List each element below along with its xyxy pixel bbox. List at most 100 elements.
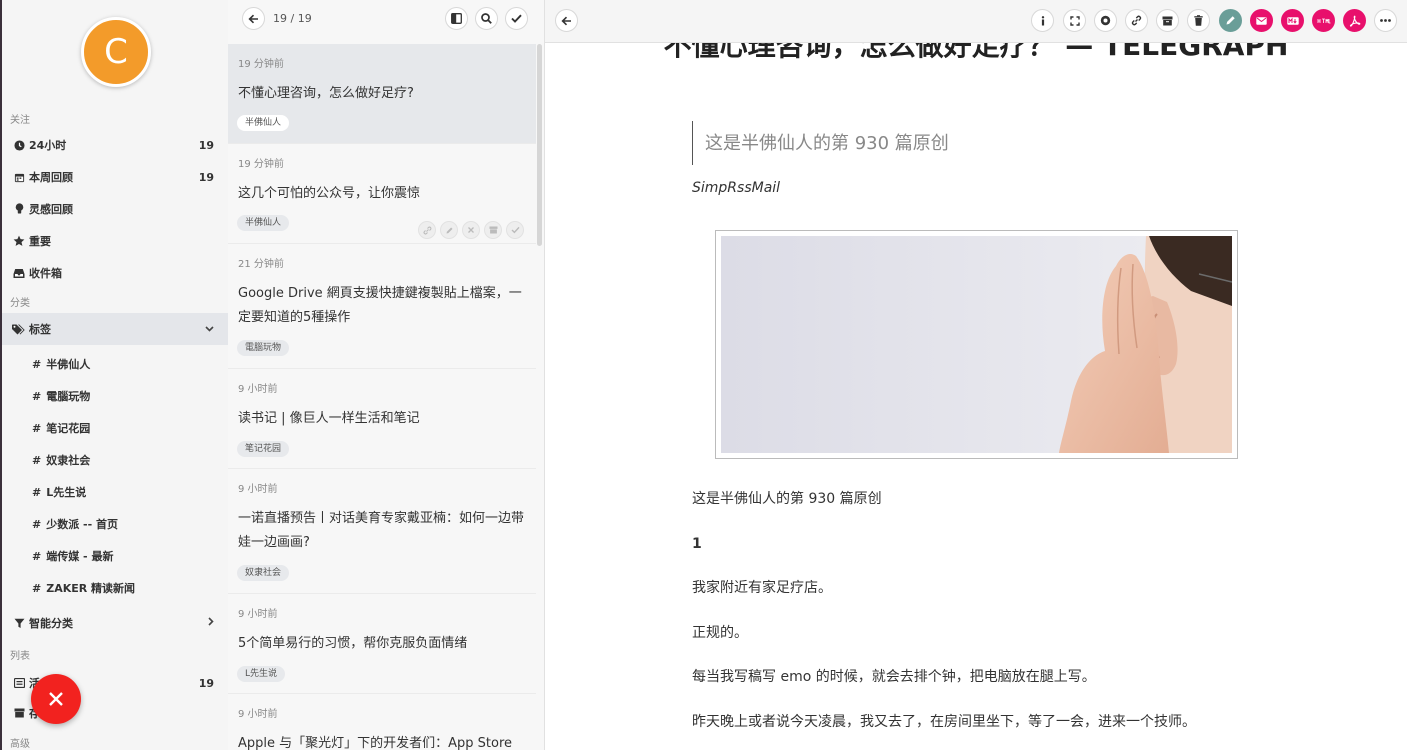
avatar[interactable]: C xyxy=(81,17,151,87)
lightbulb-icon xyxy=(12,203,26,215)
fullscreen-button[interactable] xyxy=(1063,9,1086,32)
pencil-icon[interactable] xyxy=(440,221,458,239)
hash-icon: # xyxy=(32,485,42,499)
close-fab-button[interactable] xyxy=(31,674,81,724)
sidebar-tag-item[interactable]: # ZAKER 精读新闻 xyxy=(2,572,228,604)
sidebar-tag-item[interactable]: # 端传媒 - 最新 xyxy=(2,540,228,572)
row-actions xyxy=(418,221,524,239)
sidebar-tag-item[interactable]: # 半佛仙人 xyxy=(2,348,228,380)
sidebar-item-inspiration[interactable]: 灵感回顾 xyxy=(2,193,228,225)
list-item[interactable]: 19 分钟前 不懂心理咨询，怎么做好足疗? 半佛仙人 xyxy=(228,44,536,144)
unread-count: 19 xyxy=(198,138,214,152)
sidebar-tag-label: 電腦玩物 xyxy=(46,390,91,403)
item-tag: 半佛仙人 xyxy=(237,115,290,131)
mail-icon xyxy=(1256,16,1267,25)
item-count: 19 / 19 xyxy=(273,12,312,25)
sidebar-item-inbox[interactable]: 收件箱 xyxy=(2,257,228,289)
sidebar-item-label: 重要 xyxy=(29,235,51,248)
more-button[interactable] xyxy=(1374,9,1397,32)
section-label-advanced: 高级 xyxy=(10,739,30,750)
calendar-icon xyxy=(12,172,26,183)
sidebar-tag-item[interactable]: # 少数派 -- 首页 xyxy=(2,508,228,540)
inbox-icon xyxy=(12,268,26,279)
link-icon xyxy=(1131,15,1142,26)
info-icon xyxy=(1041,15,1044,25)
sidebar-item-24h[interactable]: 24小时 19 xyxy=(2,129,228,161)
sidebar-item-tags[interactable]: 标签 xyxy=(2,313,228,345)
sidebar-tag-label: 笔记花园 xyxy=(46,422,91,435)
mark-unread-button[interactable] xyxy=(1094,9,1117,32)
expand-icon xyxy=(1069,15,1080,26)
reader-back-button[interactable] xyxy=(555,9,578,32)
list-item[interactable]: 19 分钟前 这几个可怕的公众号，让你震惊 半佛仙人 xyxy=(228,144,536,244)
more-icon xyxy=(1380,19,1391,22)
article-paragraph: 这是半佛仙人的第 930 篇原创 xyxy=(692,491,882,507)
list-item[interactable]: 9 小时前 Apple 与「聚光灯」下的开发者们：App Store xyxy=(228,694,536,750)
html-export-button[interactable] xyxy=(1312,9,1335,32)
list-header: 19 / 19 xyxy=(228,0,544,42)
sidebar-item-important[interactable]: 重要 xyxy=(2,225,228,257)
sidebar-tag-item[interactable]: # 笔记花园 xyxy=(2,412,228,444)
hash-icon: # xyxy=(32,357,42,371)
ear-listening-illustration xyxy=(721,236,1233,453)
sidebar-tag-label: 奴隶社会 xyxy=(46,454,91,467)
sidebar-item-week-review[interactable]: 本周回顾 19 xyxy=(2,161,228,193)
item-time: 9 小时前 xyxy=(238,709,278,720)
sidebar-item-label: 24小时 xyxy=(29,139,67,152)
reader-toolbar xyxy=(545,0,1407,43)
pencil-icon xyxy=(1226,16,1235,25)
item-time: 9 小时前 xyxy=(238,609,278,620)
archive-button[interactable] xyxy=(1156,9,1179,32)
mark-all-read-button[interactable] xyxy=(505,7,528,30)
open-link-button[interactable] xyxy=(1125,9,1148,32)
sidebar-tag-label: L先生说 xyxy=(46,486,87,499)
sidebar-item-smart-category[interactable]: 智能分类 xyxy=(2,607,228,639)
search-icon xyxy=(481,13,492,24)
item-tag: 半佛仙人 xyxy=(237,215,290,231)
check-icon[interactable] xyxy=(506,221,524,239)
sidebar-item-label: 灵感回顾 xyxy=(29,203,73,216)
item-tag: L先生说 xyxy=(237,666,286,682)
article-blockquote: 这是半佛仙人的第 930 篇原创 xyxy=(692,121,949,165)
list-item[interactable]: 9 小时前 一诺直播预告丨对话美育专家戴亚楠：如何一边带娃一边画画? 奴隶社会 xyxy=(228,469,536,594)
search-button[interactable] xyxy=(475,7,498,30)
hash-icon: # xyxy=(32,581,42,595)
panel-icon xyxy=(451,13,462,24)
markdown-button[interactable] xyxy=(1281,9,1304,32)
unread-count: 19 xyxy=(198,676,214,690)
edit-button[interactable] xyxy=(1219,9,1242,32)
list-item[interactable]: 9 小时前 读书记 | 像巨人一样生活和笔记 笔记花园 xyxy=(228,369,536,469)
link-icon[interactable] xyxy=(418,221,436,239)
sidebar-tag-item[interactable]: # 電腦玩物 xyxy=(2,380,228,412)
item-tag: 電腦玩物 xyxy=(237,340,290,356)
send-email-button[interactable] xyxy=(1250,9,1273,32)
unread-count: 19 xyxy=(198,170,214,184)
sidebar-tag-label: 端传媒 - 最新 xyxy=(46,550,114,563)
chevron-right-icon xyxy=(208,617,214,629)
delete-button[interactable] xyxy=(1187,9,1210,32)
item-title: 这几个可怕的公众号，让你震惊 xyxy=(238,186,421,201)
archive-icon[interactable] xyxy=(484,221,502,239)
section-label-follow: 关注 xyxy=(10,115,30,126)
sidebar-tag-item[interactable]: # L先生说 xyxy=(2,476,228,508)
list-scrollbar[interactable] xyxy=(537,44,542,246)
article-list: 19 / 19 19 分钟前 不懂心理咨询，怎么做好足疗? 半佛仙人 19 分钟… xyxy=(228,0,545,750)
pdf-export-button[interactable] xyxy=(1343,9,1366,32)
list-item[interactable]: 9 小时前 5个简单易行的习惯，帮你克服负面情绪 L先生说 xyxy=(228,594,536,694)
back-button[interactable] xyxy=(242,7,265,30)
sidebar-item-label: 收件箱 xyxy=(29,267,62,280)
info-button[interactable] xyxy=(1031,9,1054,32)
trash-icon xyxy=(1194,15,1203,26)
toggle-panel-button[interactable] xyxy=(445,7,468,30)
hash-icon: # xyxy=(32,517,42,531)
list-item[interactable]: 21 分钟前 Google Drive 網頁支援快捷鍵複製貼上檔案，一定要知道的… xyxy=(228,244,536,369)
reader-pane: 不懂心理咨询，怎么做好足疗？ — TELEGRAPH 这是半佛仙人的第 930 … xyxy=(545,0,1407,750)
hash-icon: # xyxy=(32,549,42,563)
sidebar-tag-item[interactable]: # 奴隶社会 xyxy=(2,444,228,476)
html-icon xyxy=(1317,18,1330,23)
item-time: 9 小时前 xyxy=(238,484,278,495)
hash-icon: # xyxy=(32,453,42,467)
close-icon[interactable] xyxy=(462,221,480,239)
filter-icon xyxy=(12,618,26,629)
sidebar-item-label: 本周回顾 xyxy=(29,171,73,184)
